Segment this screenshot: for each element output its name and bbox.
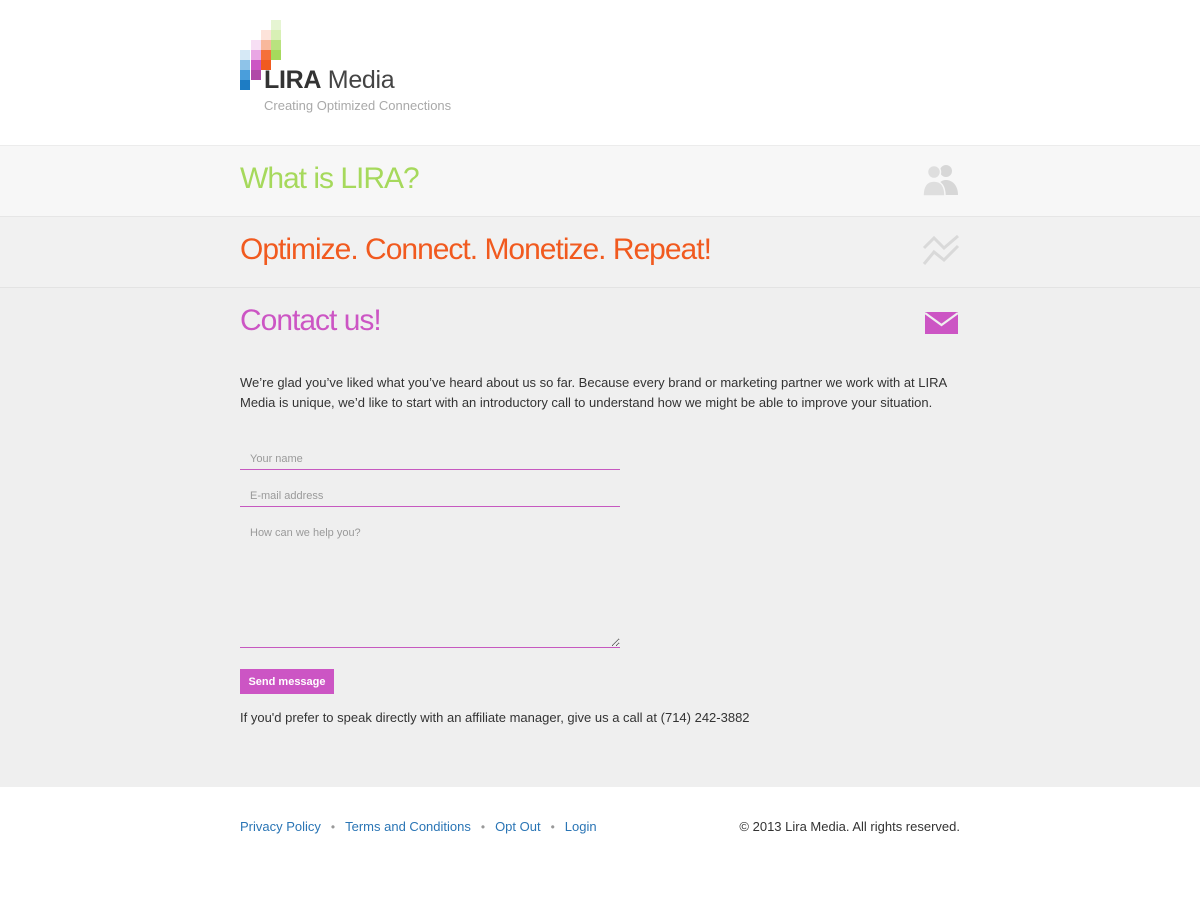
- logo-wordmark: LIRA Media: [264, 66, 395, 95]
- footer-link-privacy-policy[interactable]: Privacy Policy: [240, 819, 321, 834]
- section-title-optimize[interactable]: Optimize. Connect. Monetize. Repeat!: [240, 233, 712, 267]
- logo-word-lira: LIRA: [264, 66, 322, 94]
- section-title-contact[interactable]: Contact us!: [240, 304, 382, 338]
- site-header: LIRA Media Creating Optimized Connection…: [0, 0, 1200, 145]
- footer-link-terms-and-conditions[interactable]: Terms and Conditions: [345, 819, 471, 834]
- section-what-is-lira[interactable]: What is LIRA?: [0, 145, 1200, 216]
- send-message-button[interactable]: Send message: [240, 669, 334, 694]
- logo-word-media: Media: [327, 66, 395, 94]
- footer-link-login[interactable]: Login: [565, 819, 597, 834]
- users-icon: [922, 164, 958, 197]
- section-optimize[interactable]: Optimize. Connect. Monetize. Repeat!: [0, 216, 1200, 287]
- call-note-text: If you'd prefer to speak directly with a…: [240, 710, 750, 725]
- section-contact: Contact us! We’re glad you’ve liked what…: [0, 287, 1200, 787]
- section-title-what-is-lira[interactable]: What is LIRA?: [240, 162, 420, 196]
- envelope-icon: [924, 312, 959, 334]
- email-field[interactable]: [240, 486, 620, 507]
- footer-link-opt-out[interactable]: Opt Out: [495, 819, 541, 834]
- contact-intro-text: We’re glad you’ve liked what you’ve hear…: [240, 375, 947, 410]
- message-textarea[interactable]: [240, 522, 620, 648]
- lira-media-logo[interactable]: LIRA Media Creating Optimized Connection…: [240, 20, 480, 120]
- site-footer: Privacy Policy • Terms and Conditions • Opt …: [0, 787, 1200, 900]
- footer-separator: •: [480, 820, 486, 834]
- name-field[interactable]: [240, 449, 620, 470]
- trend-chart-icon: [922, 234, 960, 265]
- logo-tagline: Creating Optimized Connections: [264, 98, 452, 113]
- copyright-text: © 2013 Lira Media. All rights reserved.: [739, 819, 960, 834]
- footer-separator: •: [550, 820, 555, 834]
- footer-links: Privacy Policy • Terms and Conditions • Opt …: [240, 819, 597, 834]
- footer-separator: •: [330, 820, 336, 834]
